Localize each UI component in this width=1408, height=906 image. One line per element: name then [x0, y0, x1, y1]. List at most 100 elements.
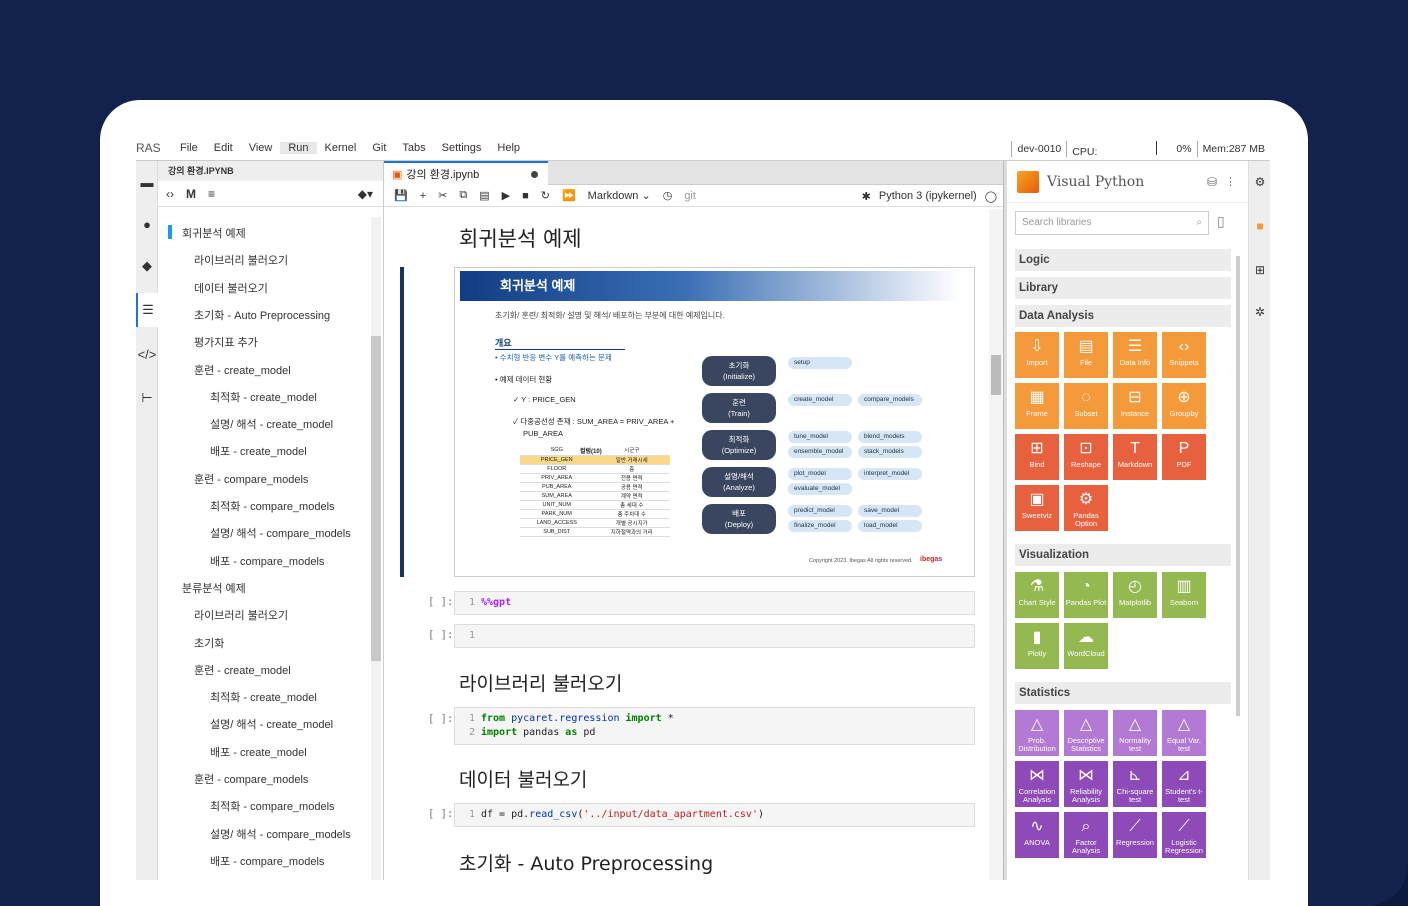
notebook-toggle-icon[interactable]: ▯ [1217, 213, 1225, 230]
vp-scrollbar[interactable] [1236, 256, 1240, 716]
menu-kernel[interactable]: Kernel [317, 142, 365, 154]
vp-button-matplotlib[interactable]: ◴ Matplotlib [1113, 572, 1157, 618]
toc-item[interactable]: 배포 - create_model [210, 744, 307, 760]
toc-item[interactable]: 훈련 - create_model [194, 362, 291, 378]
vp-button-wordcloud[interactable]: ☁ WordCloud [1064, 623, 1108, 669]
toc-item[interactable]: 평가지표 추가 [194, 334, 258, 350]
vp-button-pandas-option[interactable]: ⚙ Pandas Option [1064, 485, 1108, 531]
menu-tabs[interactable]: Tabs [394, 142, 433, 154]
vp-button-correlation-analysis[interactable]: ⋈ Correlation Analysis [1015, 761, 1059, 807]
toc-item[interactable]: 배포 - create_model [210, 443, 307, 459]
toc-item[interactable]: 라이브러리 불러오기 [194, 607, 288, 623]
vp-button-bind[interactable]: ⊞ Bind [1015, 434, 1059, 480]
vp-button-file[interactable]: ▤ File [1064, 332, 1108, 378]
vp-button-markdown[interactable]: T Markdown [1113, 434, 1157, 480]
section-data-analysis[interactable]: Data Analysis [1015, 305, 1231, 327]
toc-item[interactable]: 초기화 [194, 635, 224, 651]
more-menu-icon[interactable]: ⋮ [1225, 175, 1236, 188]
notebook-scrollbar[interactable] [989, 209, 1003, 880]
section-visualization[interactable]: Visualization [1015, 544, 1231, 566]
vp-button-pdf[interactable]: P PDF [1162, 434, 1206, 480]
menu-view[interactable]: View [241, 142, 281, 154]
section-statistics[interactable]: Statistics [1015, 682, 1231, 704]
toc-item[interactable]: 배포 - compare_models [210, 853, 324, 869]
menu-help[interactable]: Help [489, 142, 528, 154]
toc-item[interactable]: 설명/ 해석 - create_model [210, 716, 333, 732]
vp-button-groupby[interactable]: ⊕ Groupby [1162, 383, 1206, 429]
add-cell-icon[interactable]: + [420, 190, 426, 202]
toc-scroll-thumb[interactable] [371, 336, 381, 661]
extension-icon[interactable]: ✲ [1249, 297, 1270, 327]
restart-icon[interactable]: ↻ [541, 189, 550, 202]
vp-button-frame[interactable]: ▦ Frame [1015, 383, 1059, 429]
copy-icon[interactable]: ⧉ [459, 189, 467, 202]
code-cell-read-csv[interactable]: 1 df = pd.read_csv('../input/data_apartm… [454, 803, 975, 827]
toc-item[interactable]: 최적화 - compare_models [210, 798, 335, 814]
save-icon[interactable]: 💾 [394, 189, 408, 202]
vp-search-input[interactable]: Search libraries ⌕ [1015, 211, 1209, 235]
paste-icon[interactable]: ▤ [479, 189, 489, 202]
numbering-icon[interactable]: ≡ [208, 187, 215, 201]
toc-item[interactable]: 훈련 - compare_models [194, 471, 308, 487]
notebook-scroll-thumb[interactable] [991, 355, 1001, 395]
toc-item[interactable]: 배포 - compare_models [210, 553, 324, 569]
section-library[interactable]: Library [1015, 277, 1231, 299]
bug-icon[interactable]: ✱ [862, 190, 871, 203]
vp-button-reliability-analysis[interactable]: ⋈ Reliability Analysis [1064, 761, 1108, 807]
vp-button-prob-distribution[interactable]: △ Prob. Distribution [1015, 710, 1059, 756]
vp-button-equal-var-test[interactable]: △ Equal Var. test [1162, 710, 1206, 756]
vp-button-normality-test[interactable]: △ Normality test [1113, 710, 1157, 756]
toc-item[interactable]: 설명/ 해석 - create_model [210, 416, 333, 432]
vp-button-instance[interactable]: ⊟ Instance [1113, 383, 1157, 429]
stop-icon[interactable]: ■ [522, 190, 529, 202]
code-icon[interactable]: </> [136, 337, 158, 371]
toc-item[interactable]: 초기화 - Auto Preprocessing [194, 307, 330, 323]
debugger-icon[interactable]: ⊞ [1249, 255, 1270, 285]
toc-item[interactable]: 훈련 - compare_models [194, 771, 308, 787]
menu-edit[interactable]: Edit [206, 142, 241, 154]
vp-button-sweetviz[interactable]: ▣ Sweetviz [1015, 485, 1059, 531]
fast-forward-icon[interactable]: ⏩ [562, 189, 576, 202]
run-icon[interactable]: ▶ [502, 189, 510, 202]
vp-button-plotly[interactable]: ▮ Plotly [1015, 623, 1059, 669]
menu-git[interactable]: Git [364, 142, 394, 154]
tab-notebook[interactable]: ▣ 강의 환경.ipynb [384, 161, 548, 185]
folder-icon[interactable]: ▬ [136, 165, 158, 199]
code-cell-empty[interactable]: 1 [454, 624, 975, 648]
vp-button-snippets[interactable]: ‹› Snippets [1162, 332, 1206, 378]
toc-item[interactable]: 최적화 - create_model [210, 689, 317, 705]
toc-item[interactable]: 설명/ 해석 - compare_models [210, 826, 351, 842]
toc-item[interactable]: 훈련 - create_model [194, 662, 291, 678]
git-icon[interactable]: ◆ [136, 249, 158, 283]
visual-python-tab-icon[interactable]: ■ [1249, 211, 1270, 241]
toc-item[interactable]: 최적화 - create_model [210, 389, 317, 405]
unsaved-dot-icon[interactable] [531, 171, 538, 178]
toc-item[interactable]: 최적화 - compare_models [210, 498, 335, 514]
vp-button-data-info[interactable]: ☰ Data Info [1113, 332, 1157, 378]
code-cell-import[interactable]: 1 from pycaret.regression import * 2 imp… [454, 707, 975, 745]
vp-button-pandas-plot[interactable]: ◔ Pandas Plot [1064, 572, 1108, 618]
cut-icon[interactable]: ✂ [438, 189, 447, 202]
toc-icon[interactable]: ☰ [136, 293, 158, 327]
property-inspector-icon[interactable]: ⚙ [1249, 167, 1270, 197]
toc-item[interactable]: 설명/ 해석 - compare_models [210, 525, 351, 541]
vp-button-factor-analysis[interactable]: ⌕ Factor Analysis [1064, 812, 1108, 858]
toc-item[interactable]: 회귀분석 예제 [168, 225, 246, 241]
toc-item[interactable]: 분류분석 예제 [182, 580, 246, 596]
vp-button-anova[interactable]: ∿ ANOVA [1015, 812, 1059, 858]
vp-button-import[interactable]: ⇩ Import [1015, 332, 1059, 378]
cell-type-select[interactable]: Markdown ⌄ [588, 189, 651, 202]
vp-button-reshape[interactable]: ⊡ Reshape [1064, 434, 1108, 480]
menu-run[interactable]: Run [280, 142, 317, 154]
tag-icon[interactable]: ◆▾ [358, 187, 373, 201]
section-logic[interactable]: Logic [1015, 249, 1231, 271]
vp-button-seaborn[interactable]: ▥ Seaborn [1162, 572, 1206, 618]
git-diff-label[interactable]: git [684, 190, 696, 202]
tree-icon[interactable]: ⊢ [136, 381, 158, 415]
vp-button-subset[interactable]: ◌ Subset [1064, 383, 1108, 429]
running-icon[interactable]: ● [136, 207, 158, 241]
toc-item[interactable]: 데이터 불러오기 [194, 280, 268, 296]
menu-file[interactable]: File [172, 142, 206, 154]
vp-button-student-s-t-test[interactable]: ⊿ Student's t-test [1162, 761, 1206, 807]
vp-button-logistic-regression[interactable]: ⟋ Logistic Regression [1162, 812, 1206, 858]
